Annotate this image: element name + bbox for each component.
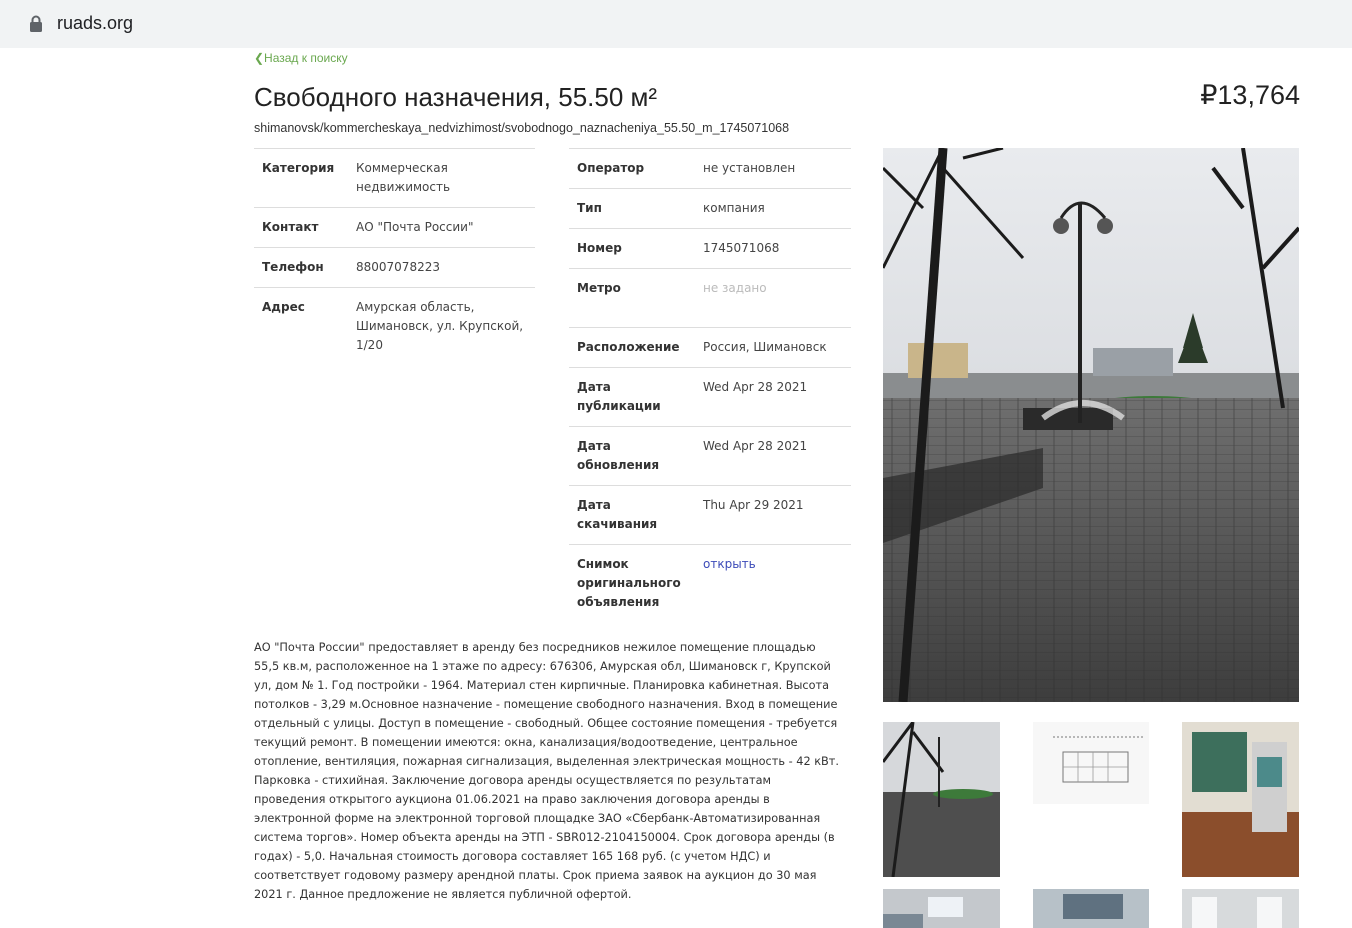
category-value: Коммерческая недвижимость (348, 148, 535, 208)
table-row: Адрес Амурская область, Шимановск, ул. К… (254, 287, 535, 365)
published-date-value: Wed Apr 28 2021 (695, 367, 851, 427)
number-value: 1745071068 (695, 228, 851, 269)
thumbnail-4[interactable] (883, 889, 1000, 928)
updated-date-value: Wed Apr 28 2021 (695, 426, 851, 486)
thumbnail-3[interactable] (1182, 722, 1299, 877)
thumbnail-4-image (883, 889, 1000, 928)
back-to-search-link[interactable]: ❮Назад к поиску (254, 51, 348, 65)
lock-icon (30, 15, 42, 32)
contact-label: Контакт (254, 207, 348, 248)
thumbnail-3-image (1182, 722, 1299, 877)
table-row: Категория Коммерческая недвижимость (254, 148, 535, 208)
listing-title: Свободного назначения, 55.50 м² (254, 82, 658, 112)
thumbnail-6[interactable] (1182, 889, 1299, 928)
thumbnail-2-image (1033, 722, 1149, 804)
type-label: Тип (569, 188, 695, 229)
listing-description: АО "Почта России" предоставляет в аренду… (254, 641, 839, 901)
listing-details-table-right: Оператор не установлен Тип компания Номе… (569, 148, 851, 622)
operator-value: не установлен (695, 148, 851, 189)
location-label: Расположение (569, 327, 695, 368)
phone-label: Телефон (254, 247, 348, 288)
table-row: Метро не задано (569, 268, 851, 328)
listing-price: ₽13,764 (1200, 80, 1300, 110)
table-row: Оператор не установлен (569, 148, 851, 189)
metro-value: не задано (695, 268, 851, 328)
snapshot-label: Снимок оригинального объявления (569, 544, 695, 622)
thumbnail-6-image (1182, 889, 1299, 928)
table-row: Дата скачивания Thu Apr 29 2021 (569, 485, 851, 545)
table-row: Номер 1745071068 (569, 228, 851, 269)
table-row: Контакт АО "Почта России" (254, 207, 535, 248)
metro-label: Метро (569, 268, 695, 328)
category-label: Категория (254, 148, 348, 208)
table-row: Дата публикации Wed Apr 28 2021 (569, 367, 851, 427)
published-date-label: Дата публикации (569, 367, 695, 427)
thumbnail-1[interactable] (883, 722, 1000, 877)
listing-slug-link[interactable]: shimanovsk/kommercheskaya_nedvizhimost/s… (254, 121, 789, 135)
table-row: Тип компания (569, 188, 851, 229)
browser-address-bar[interactable]: ruads.org (0, 0, 1352, 48)
phone-value: 88007078223 (348, 247, 535, 288)
type-value: компания (695, 188, 851, 229)
listing-details-table-left: Категория Коммерческая недвижимость Конт… (254, 148, 535, 365)
table-row: Дата обновления Wed Apr 28 2021 (569, 426, 851, 486)
downloaded-date-label: Дата скачивания (569, 485, 695, 545)
address-label: Адрес (254, 287, 348, 365)
downloaded-date-value: Thu Apr 29 2021 (695, 485, 851, 545)
number-label: Номер (569, 228, 695, 269)
updated-date-label: Дата обновления (569, 426, 695, 486)
url-text: ruads.org (57, 13, 134, 33)
snapshot-open-link[interactable]: открыть (695, 544, 851, 622)
thumbnail-1-image (883, 722, 1000, 877)
address-value: Амурская область, Шимановск, ул. Крупско… (348, 287, 535, 365)
table-row: Расположение Россия, Шимановск (569, 327, 851, 368)
main-photo-image (883, 148, 1299, 702)
location-value: Россия, Шимановск (695, 327, 851, 368)
thumbnail-2[interactable] (1033, 722, 1149, 804)
thumbnail-5[interactable] (1033, 889, 1149, 928)
contact-value: АО "Почта России" (348, 207, 535, 248)
operator-label: Оператор (569, 148, 695, 189)
table-row: Телефон 88007078223 (254, 247, 535, 288)
main-photo[interactable] (883, 148, 1299, 702)
thumbnail-5-image (1033, 889, 1149, 928)
table-row: Снимок оригинального объявления открыть (569, 544, 851, 622)
